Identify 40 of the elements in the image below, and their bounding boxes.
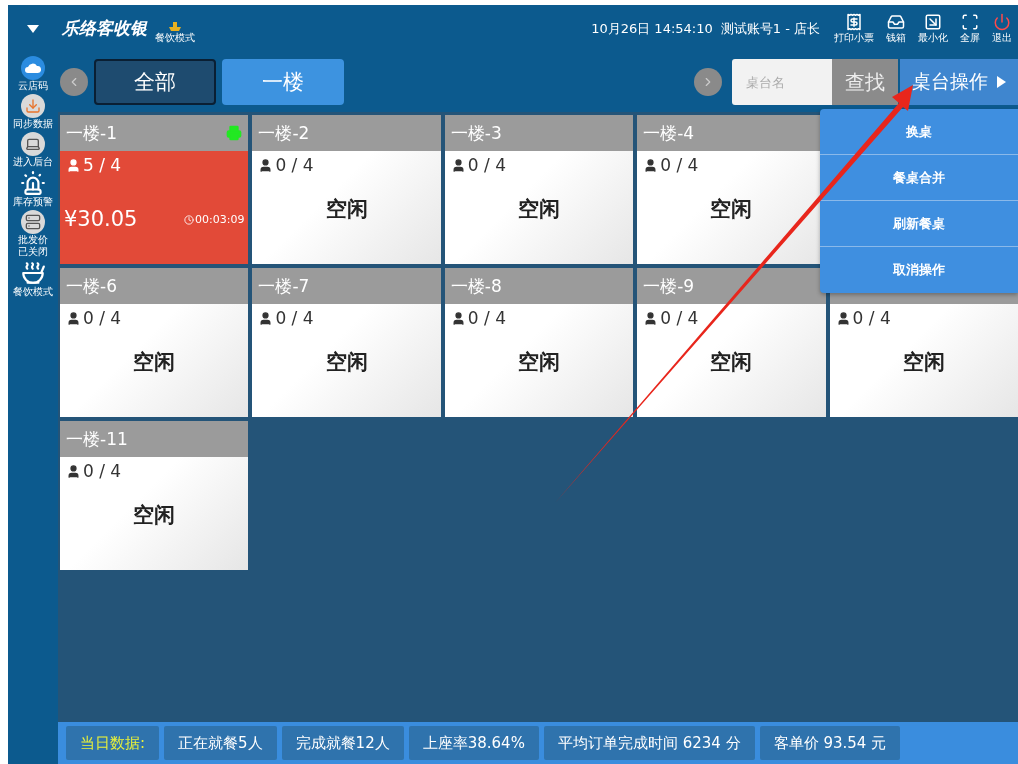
table-name: 一楼-8 xyxy=(450,274,502,298)
stat-chip: 完成就餐12人 xyxy=(281,726,404,760)
table-name: 一楼-4 xyxy=(643,121,695,145)
duration-text: 00:03:09 xyxy=(195,213,245,226)
status-text: 空闲 xyxy=(132,502,177,529)
account-text: 测试账号1 - 店长 xyxy=(720,19,820,38)
guest-count: 0 / 4 xyxy=(852,308,891,328)
status-text: 空闲 xyxy=(132,349,177,376)
status-text: 空闲 xyxy=(517,196,561,223)
status-text: 空闲 xyxy=(709,196,754,223)
status-text: 空闲 xyxy=(324,349,369,376)
stat-chip: 正在就餐5人 xyxy=(164,726,277,760)
app-logo: 乐络客收银 xyxy=(62,17,147,40)
guest-count: 0 / 4 xyxy=(467,155,506,175)
stat-chip: 客单价 93.54 元 xyxy=(759,726,901,760)
status-text: 空闲 xyxy=(709,349,754,376)
guest-count: 0 / 4 xyxy=(83,461,122,481)
table-name: 一楼-11 xyxy=(66,427,128,451)
status-text: 空闲 xyxy=(901,349,946,376)
guest-count: 0 / 4 xyxy=(467,308,506,328)
table-name: 一楼-3 xyxy=(450,121,502,145)
table-name: 一楼-2 xyxy=(258,121,310,145)
guest-count: 5 / 4 xyxy=(83,155,122,175)
guest-count: 0 / 4 xyxy=(660,155,699,175)
guest-count: 0 / 4 xyxy=(275,308,314,328)
mode-label: 餐饮模式 xyxy=(155,30,195,45)
guest-count: 0 / 4 xyxy=(83,308,122,328)
stats-title: 当日数据: xyxy=(66,726,160,760)
guest-count: 0 / 4 xyxy=(660,308,699,328)
status-text: 空闲 xyxy=(324,196,369,223)
amount-text: ¥30.05 xyxy=(64,207,138,231)
datetime-text: 10月26日 14:54:10 xyxy=(591,19,713,38)
status-text: 空闲 xyxy=(517,349,561,376)
table-name: 一楼-9 xyxy=(643,274,695,298)
table-name: 一楼-7 xyxy=(258,274,310,298)
table-name: 一楼-1 xyxy=(66,121,117,145)
table-name: 一楼-6 xyxy=(66,274,117,298)
guest-count: 0 / 4 xyxy=(275,155,314,175)
stat-chip: 平均订单完成时间 6234 分 xyxy=(543,726,755,760)
stat-chip: 上座率38.64% xyxy=(408,726,539,760)
